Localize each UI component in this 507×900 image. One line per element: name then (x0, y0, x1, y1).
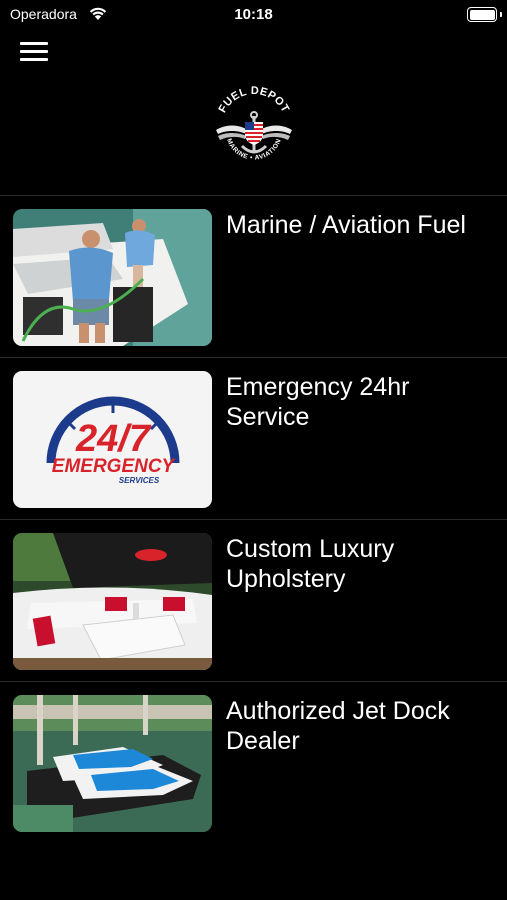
hamburger-menu-icon[interactable] (20, 40, 48, 64)
boat-interior-upholstery-photo (13, 533, 212, 670)
service-title: Emergency 24hr Service (226, 373, 410, 431)
status-bar: Operadora 10:18 (0, 0, 507, 30)
service-title: Marine / Aviation Fuel (226, 211, 466, 239)
service-row-marine-aviation-fuel[interactable]: Marine / Aviation Fuel (0, 195, 507, 357)
service-row-emergency-24hr[interactable]: 24/7 EMERGENCY SERVICES Emergency 24hr S… (0, 357, 507, 519)
services-list: Marine / Aviation Fuel 24/7 EMERGENCY SE… (0, 195, 507, 843)
service-title: Custom Luxury Upholstery (226, 535, 395, 593)
service-title: Authorized Jet Dock Dealer (226, 697, 450, 755)
service-row-custom-upholstery[interactable]: Custom Luxury Upholstery (0, 519, 507, 681)
svg-text:FUEL DEPOT: FUEL DEPOT (217, 86, 292, 115)
boat-fueling-photo (13, 209, 212, 346)
fuel-depot-logo: FUEL DEPOT MARINE • AVIATION (216, 86, 292, 162)
emergency-badge-24-7: 24/7 (75, 418, 152, 460)
emergency-24-7-logo: 24/7 EMERGENCY SERVICES (13, 371, 212, 508)
jet-ski-dock-photo (13, 695, 212, 832)
emergency-badge-line2: SERVICES (119, 476, 160, 485)
service-row-jet-dock-dealer[interactable]: Authorized Jet Dock Dealer (0, 681, 507, 843)
emergency-badge-line1: EMERGENCY (52, 456, 177, 477)
clock: 10:18 (234, 6, 273, 23)
battery-icon (467, 7, 497, 22)
logo-top-text: FUEL DEPOT (217, 86, 291, 115)
